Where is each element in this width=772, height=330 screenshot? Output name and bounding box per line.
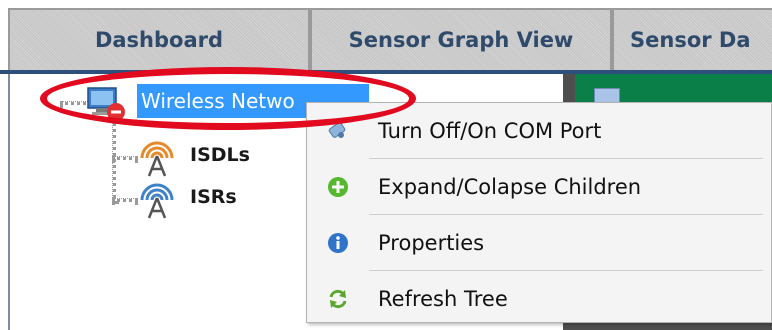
menu-item-refresh-tree-label: Refresh Tree — [378, 287, 508, 311]
antenna-orange-icon — [140, 141, 174, 177]
antenna-blue-icon — [140, 183, 174, 219]
menu-item-refresh-tree[interactable]: Refresh Tree — [307, 271, 772, 327]
tab-sensor-data-label: Sensor Da — [630, 28, 751, 52]
tab-sensor-graph-view-label: Sensor Graph View — [348, 28, 574, 52]
tab-dashboard[interactable]: Dashboard — [8, 8, 310, 70]
tree-node-isdls-label: ISDLs — [190, 144, 250, 166]
info-icon — [328, 233, 348, 253]
com-port-icon — [328, 122, 346, 138]
tree-node-isdls[interactable]: ISDLs — [190, 144, 250, 166]
context-menu: Turn Off/On COM Port Expand/Colapse Chil… — [306, 102, 772, 323]
menu-item-expand-colapse-children-label: Expand/Colapse Children — [378, 175, 642, 199]
menu-item-turn-off-on-com-port-label: Turn Off/On COM Port — [378, 119, 602, 143]
plus-green-icon — [328, 177, 348, 197]
menu-item-expand-colapse-children[interactable]: Expand/Colapse Children — [307, 159, 772, 215]
tab-dashboard-label: Dashboard — [94, 28, 224, 52]
menu-item-turn-off-on-com-port[interactable]: Turn Off/On COM Port — [307, 103, 772, 159]
refresh-icon — [329, 289, 347, 309]
tree-node-isrs[interactable]: ISRs — [190, 186, 237, 208]
network-computer-icon — [87, 87, 125, 121]
menu-item-properties-label: Properties — [378, 231, 485, 255]
menu-item-properties[interactable]: Properties — [307, 215, 772, 271]
tree-connector — [112, 118, 116, 204]
tree-node-isrs-label: ISRs — [190, 186, 237, 208]
tab-bar: Dashboard Sensor Graph View Sensor Da — [0, 0, 772, 74]
tab-sensor-graph-view[interactable]: Sensor Graph View — [310, 8, 612, 70]
tree-node-wireless-network-label: Wireless Netwo — [141, 89, 295, 113]
tab-sensor-data[interactable]: Sensor Da — [612, 8, 772, 70]
